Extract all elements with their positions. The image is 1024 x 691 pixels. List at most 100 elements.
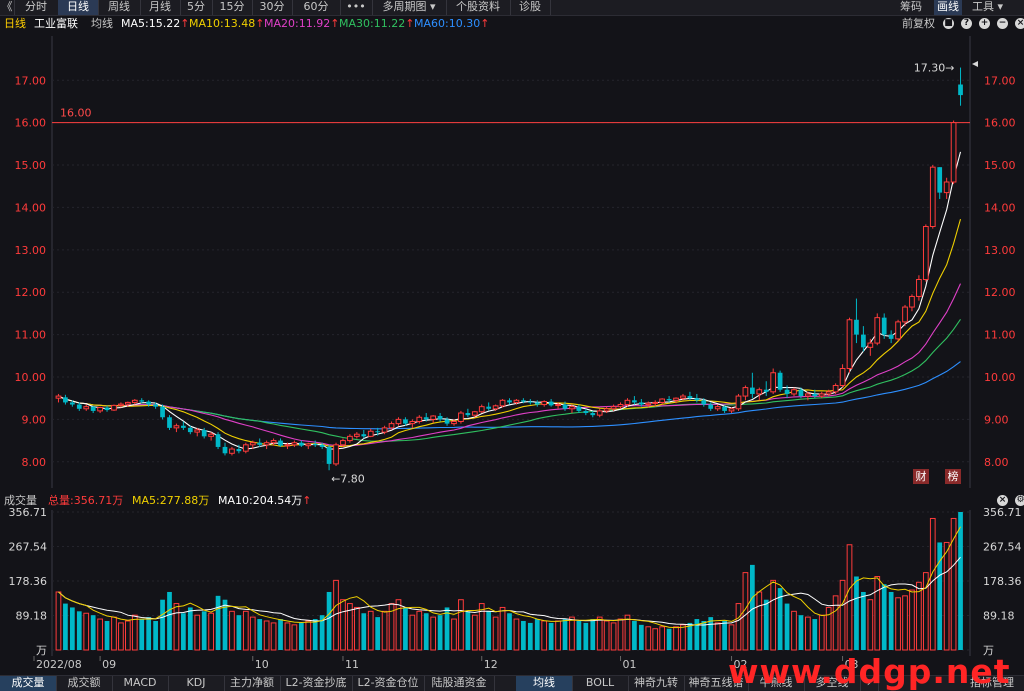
vol-tick-left: 89.18 <box>16 609 48 622</box>
y-tick-left: 15.00 <box>15 159 47 172</box>
candle-body <box>284 444 291 447</box>
volume-bar <box>478 603 485 651</box>
candle-body <box>861 334 866 348</box>
candle-body <box>458 412 464 423</box>
volume-bar <box>666 628 672 650</box>
rank-badge[interactable]: 榜 <box>945 469 961 484</box>
volume-bar <box>319 615 325 650</box>
candle-body <box>832 384 839 393</box>
volume-bar <box>63 603 68 650</box>
candle-body <box>437 415 443 420</box>
y-tick-right: 16.00 <box>984 117 1016 130</box>
y-tick-right: 14.00 <box>984 201 1016 214</box>
candle-body <box>590 413 596 416</box>
candle-body <box>208 433 214 437</box>
volume-bar <box>111 616 117 651</box>
candle-body <box>513 399 520 403</box>
y-tick-right: 10.00 <box>984 371 1016 384</box>
volume-bar <box>881 584 887 650</box>
volume-bar <box>160 599 165 650</box>
volume-settings-icon[interactable]: ⚙ <box>1015 495 1024 506</box>
tab-l2-bottom[interactable]: L2-资金抄底 <box>280 676 353 691</box>
volume-bar <box>521 620 526 650</box>
candle-body <box>854 319 859 335</box>
tab-macd[interactable]: MACD <box>112 676 169 691</box>
y-tick-right: 11.00 <box>984 329 1016 342</box>
volume-bar <box>861 591 866 650</box>
candle-body <box>958 84 963 96</box>
y-tick-left: 13.00 <box>15 244 47 257</box>
candle-body <box>708 404 714 409</box>
tab-magic-nine[interactable]: 神奇九转 <box>628 676 685 691</box>
candle-body <box>319 444 325 447</box>
volume-bar <box>229 610 235 651</box>
candle-body <box>194 429 201 433</box>
tab-kdj[interactable]: KDJ <box>168 676 225 691</box>
x-label-2022/08: 2022/08 <box>36 658 82 671</box>
volume-bar <box>632 620 637 650</box>
candle-body <box>846 319 853 370</box>
volume-bar <box>791 610 797 651</box>
x-label-01: 01 <box>623 658 637 671</box>
y-tick-right: 13.00 <box>984 244 1016 257</box>
candle-body <box>403 419 408 424</box>
volume-bar <box>437 615 443 650</box>
tab-main-net[interactable]: 主力净额 <box>224 676 281 691</box>
volume-bar <box>694 619 700 650</box>
volume-bar <box>805 616 811 651</box>
volume-bar <box>423 613 429 650</box>
candle-body <box>701 400 707 405</box>
vol-tick-left: 178.36 <box>9 575 48 588</box>
volume-bg <box>0 510 1024 675</box>
candle-body <box>652 401 659 404</box>
volume-bar <box>645 626 652 651</box>
volume-bar <box>854 576 859 650</box>
candle-body <box>916 278 922 297</box>
tab-l2-position[interactable]: L2-资金仓位 <box>352 676 425 691</box>
candle-body <box>409 421 416 425</box>
candle-body <box>97 407 103 412</box>
y-tick-right: 12.00 <box>984 286 1016 299</box>
candle-body <box>687 396 693 399</box>
volume-bar <box>173 603 180 651</box>
tab-turnover[interactable]: 成交额 <box>56 676 113 691</box>
candle-body <box>367 430 374 437</box>
volume-bar <box>929 517 936 651</box>
volume-bar <box>249 616 256 651</box>
candle-body <box>735 395 742 410</box>
candle-body <box>881 317 887 335</box>
candle-body <box>395 418 402 425</box>
vol-tick-right: 178.36 <box>983 575 1022 588</box>
y-tick-right: 15.00 <box>984 159 1016 172</box>
y-tick-right: 17.00 <box>984 74 1016 87</box>
price-chart[interactable]: 17.00 17.00 16.00 16.00 15.00 15.00 14.00 14.00… <box>0 0 1024 490</box>
candle-body <box>478 406 485 413</box>
y-tick-right: 8.00 <box>984 456 1009 469</box>
tab-ma[interactable]: 均线 <box>516 676 573 691</box>
volume-bar <box>340 599 346 651</box>
volume-bar <box>846 544 853 651</box>
volume-bar <box>750 564 755 650</box>
volume-bar <box>242 610 249 651</box>
volume-bar <box>333 579 339 651</box>
candle-body <box>430 415 437 420</box>
tab-northbound[interactable]: 陆股通资金 <box>424 676 495 691</box>
candle-body <box>874 317 881 344</box>
volume-bar <box>638 624 644 650</box>
volume-bar <box>902 595 908 651</box>
tab-boll[interactable]: BOLL <box>572 676 629 691</box>
volume-bar <box>430 616 437 651</box>
y-tick-left: 10.00 <box>15 371 47 384</box>
y-tick-right: 9.00 <box>984 413 1009 426</box>
candle-body <box>680 395 686 399</box>
vol-tick-right: 89.18 <box>983 609 1015 622</box>
candle-body <box>825 391 832 395</box>
volume-bar <box>465 611 471 650</box>
finance-badge[interactable]: 财 <box>913 469 929 484</box>
volume-bar <box>403 607 408 650</box>
volume-close-icon[interactable]: × <box>997 495 1008 506</box>
vol-tick-left: 万 <box>36 644 47 657</box>
tab-volume[interactable]: 成交量 <box>0 676 57 691</box>
volume-bar <box>784 603 790 650</box>
volume-bar <box>361 613 367 650</box>
